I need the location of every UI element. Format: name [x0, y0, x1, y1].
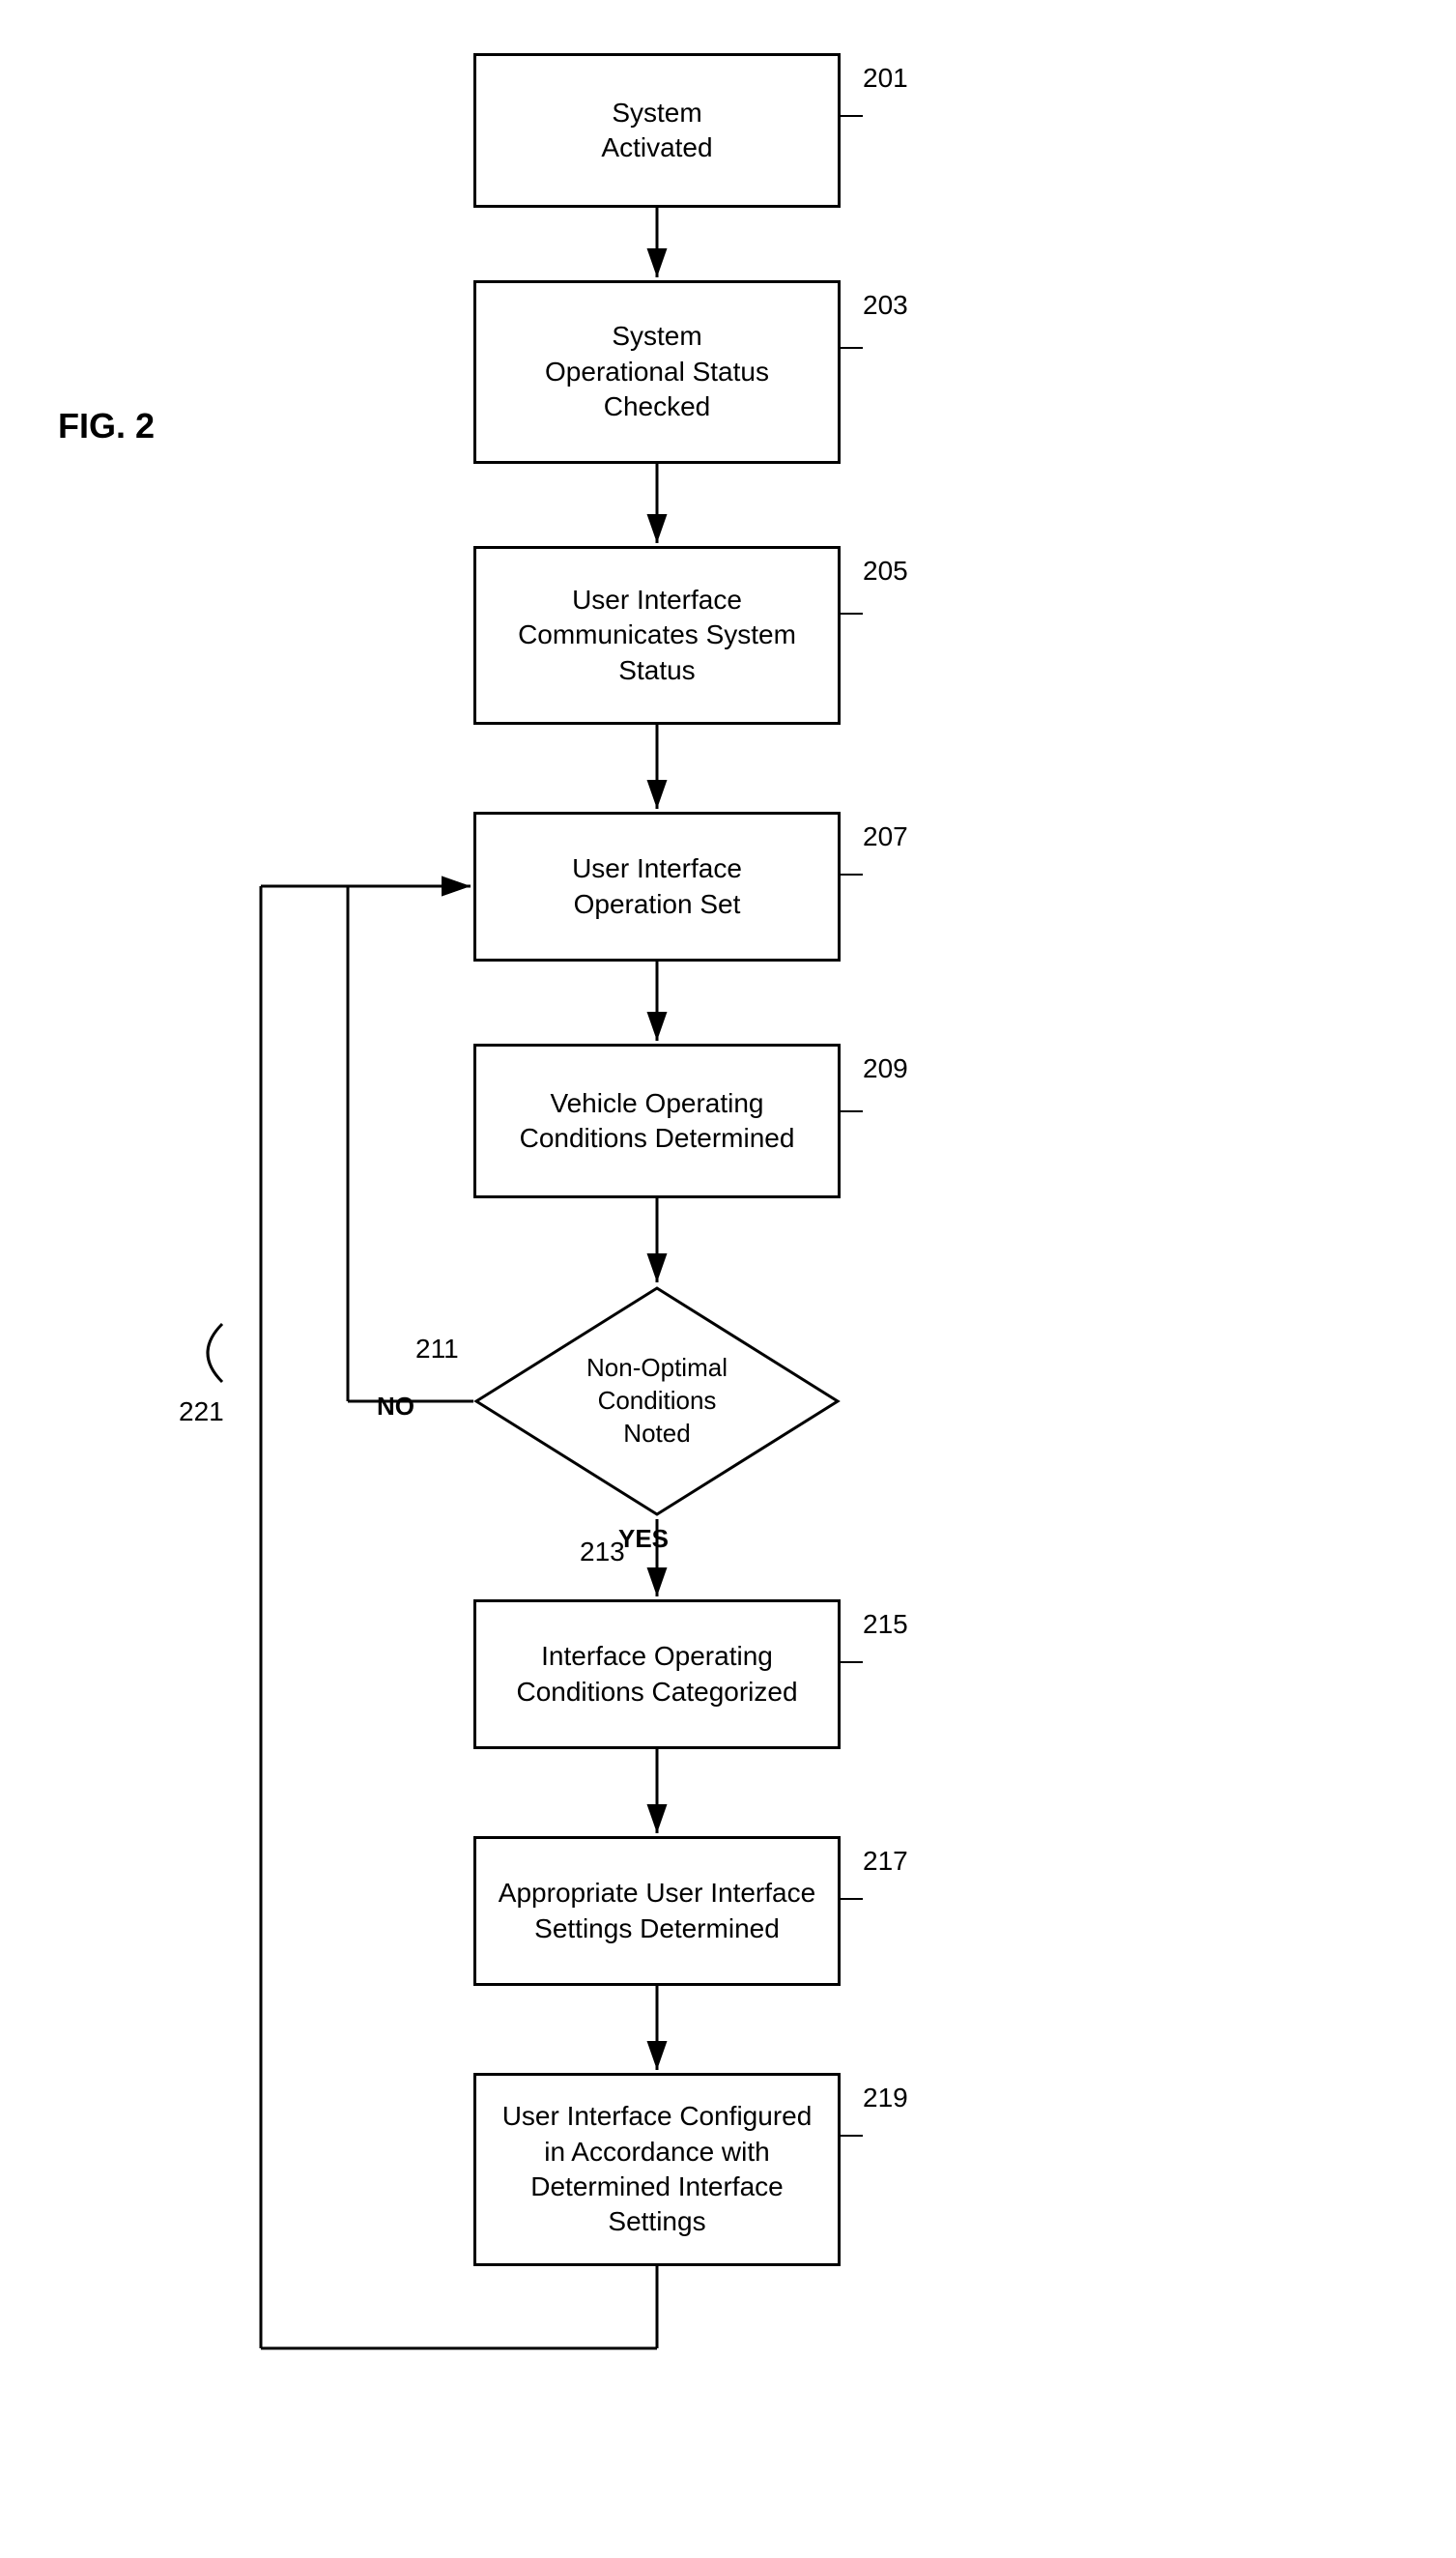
ref-207: 207 [863, 821, 908, 852]
box-appropriate-ui-settings-text: Appropriate User InterfaceSettings Deter… [499, 1876, 815, 1946]
ref-203: 203 [863, 290, 908, 321]
box-vehicle-operating-conditions: Vehicle OperatingConditions Determined [473, 1044, 841, 1198]
box-ui-configured: User Interface Configuredin Accordance w… [473, 2073, 841, 2266]
box-system-activated: SystemActivated [473, 53, 841, 208]
box-system-operational-status: SystemOperational StatusChecked [473, 280, 841, 464]
ref-211: 211 [415, 1334, 459, 1365]
box-vehicle-operating-conditions-text: Vehicle OperatingConditions Determined [520, 1086, 795, 1157]
ref-213: 213 [580, 1537, 625, 1567]
ref-215: 215 [863, 1609, 908, 1640]
box-ui-configured-text: User Interface Configuredin Accordance w… [502, 2099, 813, 2240]
box-ui-operation-set: User InterfaceOperation Set [473, 812, 841, 962]
ref-209: 209 [863, 1053, 908, 1084]
box-interface-operating-conditions-text: Interface OperatingConditions Categorize… [516, 1639, 797, 1710]
ref-205: 205 [863, 556, 908, 587]
box-appropriate-ui-settings: Appropriate User InterfaceSettings Deter… [473, 1836, 841, 1986]
diagram-container: FIG. 2 [0, 0, 1456, 2558]
box-interface-operating-conditions: Interface OperatingConditions Categorize… [473, 1599, 841, 1749]
box-system-operational-status-text: SystemOperational StatusChecked [545, 319, 769, 424]
yes-label: YES [618, 1524, 669, 1554]
box-ui-operation-set-text: User InterfaceOperation Set [572, 851, 742, 922]
ref-201: 201 [863, 63, 908, 94]
ref-217: 217 [863, 1846, 908, 1877]
no-label: NO [377, 1392, 414, 1422]
diamond-non-optimal: Non-OptimalConditionsNoted [473, 1285, 841, 1517]
diamond-text: Non-OptimalConditionsNoted [473, 1285, 841, 1517]
box-system-activated-text: SystemActivated [601, 96, 712, 166]
ref-221: 221 [179, 1396, 224, 1427]
box-ui-communicates-status-text: User InterfaceCommunicates SystemStatus [518, 583, 796, 688]
ref-219: 219 [863, 2083, 908, 2113]
box-ui-communicates-status: User InterfaceCommunicates SystemStatus [473, 546, 841, 725]
figure-label: FIG. 2 [58, 406, 155, 446]
